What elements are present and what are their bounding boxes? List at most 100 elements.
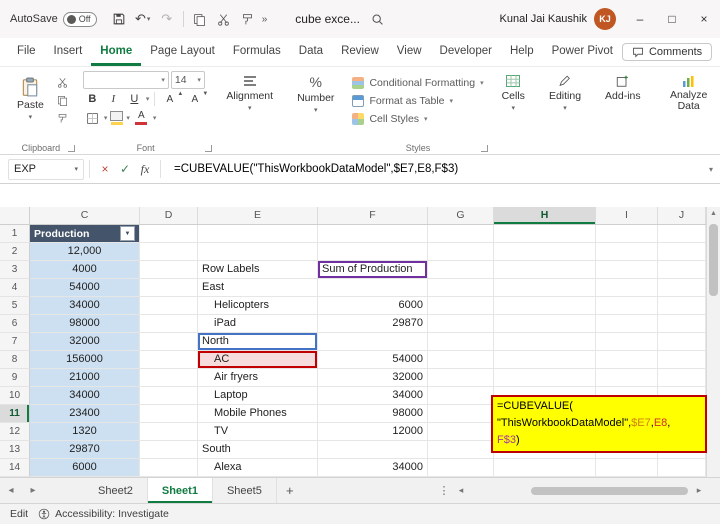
- cell-G11[interactable]: [428, 405, 494, 423]
- cell-E4[interactable]: East: [198, 279, 318, 297]
- search-icon[interactable]: [366, 7, 390, 31]
- horizontal-scrollbar[interactable]: ◂ ▸: [454, 478, 720, 503]
- cell-H4[interactable]: [494, 279, 596, 297]
- enter-icon[interactable]: ✓: [115, 159, 135, 179]
- cell-D9[interactable]: [140, 369, 198, 387]
- sheet-tab-sheet2[interactable]: Sheet2: [84, 478, 148, 503]
- cell-G1[interactable]: [428, 225, 494, 243]
- fill-color-icon[interactable]: [109, 111, 124, 125]
- select-all-corner[interactable]: [0, 207, 30, 224]
- cell-H9[interactable]: [494, 369, 596, 387]
- cell-F10[interactable]: 34000: [318, 387, 428, 405]
- cell-J9[interactable]: [658, 369, 706, 387]
- sheet-menu-icon[interactable]: ⋮: [434, 478, 454, 503]
- editing-caret-icon[interactable]: ▾: [563, 104, 567, 112]
- menu-tab-formulas[interactable]: Formulas: [224, 38, 290, 66]
- cell-I14[interactable]: [596, 459, 658, 477]
- cell-C8[interactable]: 156000: [30, 351, 140, 369]
- row-header-13[interactable]: 13: [0, 441, 30, 459]
- cells-caret-icon[interactable]: ▾: [512, 104, 516, 112]
- cell-E12[interactable]: TV: [198, 423, 318, 441]
- cell-E5[interactable]: Helicopters: [198, 297, 318, 315]
- analyze-data-button[interactable]: Analyze Data: [659, 71, 719, 115]
- col-header-G[interactable]: G: [428, 207, 494, 224]
- copy-icon[interactable]: [188, 7, 212, 31]
- cell-H5[interactable]: [494, 297, 596, 315]
- font-size-select[interactable]: 14 ▾: [170, 71, 205, 89]
- cell-D14[interactable]: [140, 459, 198, 477]
- cell-F2[interactable]: [318, 243, 428, 261]
- cell-G4[interactable]: [428, 279, 494, 297]
- cell-D4[interactable]: [140, 279, 198, 297]
- row-header-14[interactable]: 14: [0, 459, 30, 477]
- bold-button[interactable]: B: [83, 91, 102, 107]
- cell-F4[interactable]: [318, 279, 428, 297]
- clipboard-dialog-launcher-icon[interactable]: [67, 145, 75, 152]
- cell-J6[interactable]: [658, 315, 706, 333]
- minimize-button[interactable]: –: [624, 0, 656, 38]
- menu-tab-developer[interactable]: Developer: [431, 38, 501, 66]
- cell-H8[interactable]: [494, 351, 596, 369]
- cell-F13[interactable]: [318, 441, 428, 459]
- redo-icon[interactable]: ↷: [155, 7, 179, 31]
- close-button[interactable]: ×: [688, 0, 720, 38]
- cell-G2[interactable]: [428, 243, 494, 261]
- formula-bar-expand-icon[interactable]: ▾: [702, 165, 720, 174]
- menu-tab-view[interactable]: View: [388, 38, 431, 66]
- cell-H6[interactable]: [494, 315, 596, 333]
- cell-C9[interactable]: 21000: [30, 369, 140, 387]
- cell-G9[interactable]: [428, 369, 494, 387]
- cell-H1[interactable]: [494, 225, 596, 243]
- cell-H14[interactable]: [494, 459, 596, 477]
- row-header-3[interactable]: 3: [0, 261, 30, 279]
- cell-E9[interactable]: Air fryers: [198, 369, 318, 387]
- name-box-caret-icon[interactable]: ▾: [74, 165, 78, 173]
- name-box[interactable]: EXP ▾: [8, 158, 84, 180]
- row-header-4[interactable]: 4: [0, 279, 30, 297]
- formula-input[interactable]: =CUBEVALUE("ThisWorkbookDataModel",$E7,E…: [166, 163, 702, 175]
- cell-I3[interactable]: [596, 261, 658, 279]
- cell-D12[interactable]: [140, 423, 198, 441]
- col-header-I[interactable]: I: [596, 207, 658, 224]
- cell-G13[interactable]: [428, 441, 494, 459]
- font-dialog-launcher-icon[interactable]: [205, 145, 213, 152]
- cell-C4[interactable]: 54000: [30, 279, 140, 297]
- cell-C11[interactable]: 23400: [30, 405, 140, 423]
- menu-tab-help[interactable]: Help: [501, 38, 543, 66]
- cell-D5[interactable]: [140, 297, 198, 315]
- scroll-up-icon[interactable]: ▲: [707, 207, 720, 220]
- borders-caret-icon[interactable]: ▾: [104, 114, 108, 122]
- number-caret-icon[interactable]: ▾: [314, 106, 318, 114]
- cell-D11[interactable]: [140, 405, 198, 423]
- cell-F11[interactable]: 98000: [318, 405, 428, 423]
- cell-G14[interactable]: [428, 459, 494, 477]
- cell-J5[interactable]: [658, 297, 706, 315]
- row-header-2[interactable]: 2: [0, 243, 30, 261]
- cell-C14[interactable]: 6000: [30, 459, 140, 477]
- borders-icon[interactable]: [83, 110, 102, 126]
- cell-I7[interactable]: [596, 333, 658, 351]
- cell-F8[interactable]: 54000: [318, 351, 428, 369]
- cell-I8[interactable]: [596, 351, 658, 369]
- cell-H3[interactable]: [494, 261, 596, 279]
- cell-G6[interactable]: [428, 315, 494, 333]
- cell-I6[interactable]: [596, 315, 658, 333]
- italic-button[interactable]: I: [104, 91, 123, 107]
- editing-button[interactable]: Editing ▾: [543, 71, 587, 115]
- alignment-caret-icon[interactable]: ▾: [248, 104, 252, 112]
- row-header-9[interactable]: 9: [0, 369, 30, 387]
- cell-E3[interactable]: Row Labels: [198, 261, 318, 279]
- comments-button[interactable]: Comments: [621, 43, 713, 61]
- row-header-12[interactable]: 12: [0, 423, 30, 441]
- scroll-left-icon[interactable]: ◂: [454, 485, 468, 496]
- cell-J4[interactable]: [658, 279, 706, 297]
- cell-C7[interactable]: 32000: [30, 333, 140, 351]
- cell-E14[interactable]: Alexa: [198, 459, 318, 477]
- editing-cell-formula[interactable]: =CUBEVALUE( "ThisWorkbookDataModel",$E7,…: [491, 395, 707, 453]
- undo-caret-icon[interactable]: ▾: [147, 15, 151, 23]
- cell-I1[interactable]: [596, 225, 658, 243]
- cell-E13[interactable]: South: [198, 441, 318, 459]
- cell-E2[interactable]: [198, 243, 318, 261]
- cell-F6[interactable]: 29870: [318, 315, 428, 333]
- format-painter-icon[interactable]: [236, 7, 260, 31]
